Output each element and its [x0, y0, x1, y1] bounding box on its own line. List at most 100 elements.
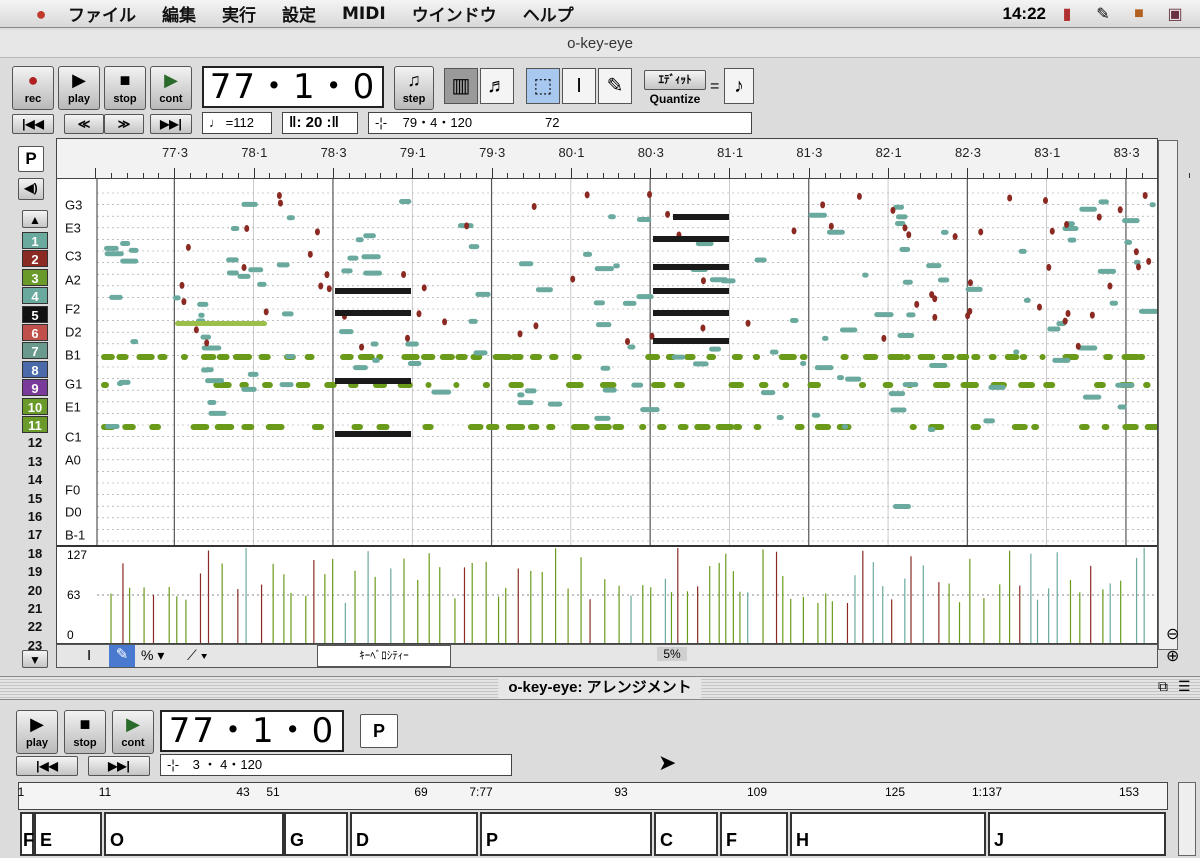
arrange-title-bar[interactable]: o-key-eye: アレンジメント: [0, 676, 1200, 700]
arrange-p-button[interactable]: P: [360, 714, 398, 748]
note[interactable]: [653, 288, 729, 294]
note[interactable]: [285, 354, 296, 360]
note[interactable]: [1093, 382, 1106, 388]
note[interactable]: [439, 354, 455, 360]
menu-run[interactable]: 実行: [222, 1, 256, 26]
note[interactable]: [104, 251, 124, 257]
note[interactable]: [1011, 424, 1028, 430]
note[interactable]: [647, 190, 653, 198]
note[interactable]: [887, 354, 906, 360]
note[interactable]: [258, 354, 271, 360]
note[interactable]: [203, 367, 214, 373]
note[interactable]: [881, 334, 887, 342]
vertical-scrollbar[interactable]: [1158, 140, 1178, 650]
note[interactable]: [101, 354, 115, 360]
track-13[interactable]: 13: [22, 453, 48, 470]
note[interactable]: [593, 300, 605, 306]
position-counter[interactable]: 77・1・0: [202, 66, 384, 108]
note[interactable]: [347, 255, 359, 261]
note[interactable]: [1096, 213, 1102, 221]
note[interactable]: [241, 424, 255, 430]
note[interactable]: [595, 322, 612, 328]
note[interactable]: [120, 258, 139, 264]
note[interactable]: [858, 382, 867, 388]
rewind-button[interactable]: ≪: [64, 114, 104, 134]
note[interactable]: [671, 354, 686, 360]
note[interactable]: [1018, 382, 1036, 388]
note[interactable]: [197, 301, 209, 307]
note[interactable]: [692, 361, 709, 367]
note[interactable]: [1097, 268, 1117, 274]
note[interactable]: [518, 261, 534, 267]
note[interactable]: [594, 415, 611, 421]
note[interactable]: [475, 291, 491, 297]
note[interactable]: [276, 192, 282, 200]
grid-field[interactable]: ‖: 20 :‖: [282, 112, 358, 134]
note[interactable]: [1109, 300, 1119, 306]
pencil-tool-button[interactable]: ✎: [598, 68, 632, 104]
note[interactable]: [752, 354, 761, 360]
note[interactable]: [363, 270, 383, 276]
note[interactable]: [1047, 326, 1061, 332]
note[interactable]: [700, 277, 706, 285]
note[interactable]: [401, 271, 407, 279]
menu-settings[interactable]: 設定: [282, 1, 316, 26]
note[interactable]: [622, 300, 637, 306]
note[interactable]: [899, 247, 911, 253]
zoom-in-icon[interactable]: ⊕: [1166, 646, 1179, 666]
note[interactable]: [399, 199, 412, 205]
note[interactable]: [464, 222, 470, 230]
note[interactable]: [897, 333, 915, 339]
note[interactable]: [636, 294, 654, 300]
note[interactable]: [841, 424, 849, 430]
note[interactable]: [442, 318, 448, 326]
note[interactable]: [314, 228, 320, 236]
note[interactable]: [731, 354, 743, 360]
note[interactable]: [988, 354, 997, 360]
note[interactable]: [1062, 317, 1068, 325]
forward-end-button[interactable]: ▶▶|: [150, 114, 192, 134]
note[interactable]: [1079, 206, 1097, 212]
note[interactable]: [407, 361, 422, 367]
note[interactable]: [279, 382, 294, 388]
apple-menu-icon[interactable]: ●: [28, 4, 54, 24]
note[interactable]: [416, 310, 422, 318]
note[interactable]: [807, 382, 821, 388]
note[interactable]: [1142, 191, 1148, 199]
app-icon[interactable]: ■: [1128, 3, 1150, 25]
note[interactable]: [307, 250, 313, 258]
note[interactable]: [1004, 354, 1020, 360]
note[interactable]: [650, 382, 666, 388]
scroll-up-button[interactable]: ▲: [22, 210, 48, 228]
note[interactable]: [232, 354, 253, 360]
note[interactable]: [673, 214, 729, 220]
note[interactable]: [572, 354, 582, 360]
track-20[interactable]: 20: [22, 582, 48, 599]
zoom-out-icon[interactable]: ⊖: [1166, 624, 1179, 644]
menu-edit[interactable]: 編集: [162, 1, 196, 26]
note[interactable]: [600, 365, 611, 371]
note[interactable]: [1082, 394, 1102, 400]
note[interactable]: [467, 424, 484, 430]
note[interactable]: [355, 237, 364, 243]
track-10[interactable]: 10: [22, 397, 48, 415]
note[interactable]: [862, 354, 879, 360]
arrange-scrollbar[interactable]: [1178, 782, 1196, 856]
percent-menu-icon[interactable]: % ▾: [141, 647, 164, 664]
arrange-cont-button[interactable]: ▶ cont: [112, 710, 154, 754]
note[interactable]: [794, 424, 805, 430]
note[interactable]: [1107, 282, 1113, 290]
note[interactable]: [109, 294, 123, 300]
note[interactable]: [1036, 303, 1042, 311]
arrange-position-counter[interactable]: 77・1・0: [160, 710, 344, 752]
speaker-button[interactable]: ◀): [18, 178, 44, 200]
note[interactable]: [582, 251, 593, 257]
track-12[interactable]: 12: [22, 434, 48, 451]
note[interactable]: [200, 334, 212, 340]
note[interactable]: [653, 236, 729, 242]
note[interactable]: [814, 365, 834, 371]
note[interactable]: [937, 277, 950, 283]
note[interactable]: [335, 378, 411, 384]
note[interactable]: [602, 387, 617, 393]
note[interactable]: [808, 212, 827, 218]
